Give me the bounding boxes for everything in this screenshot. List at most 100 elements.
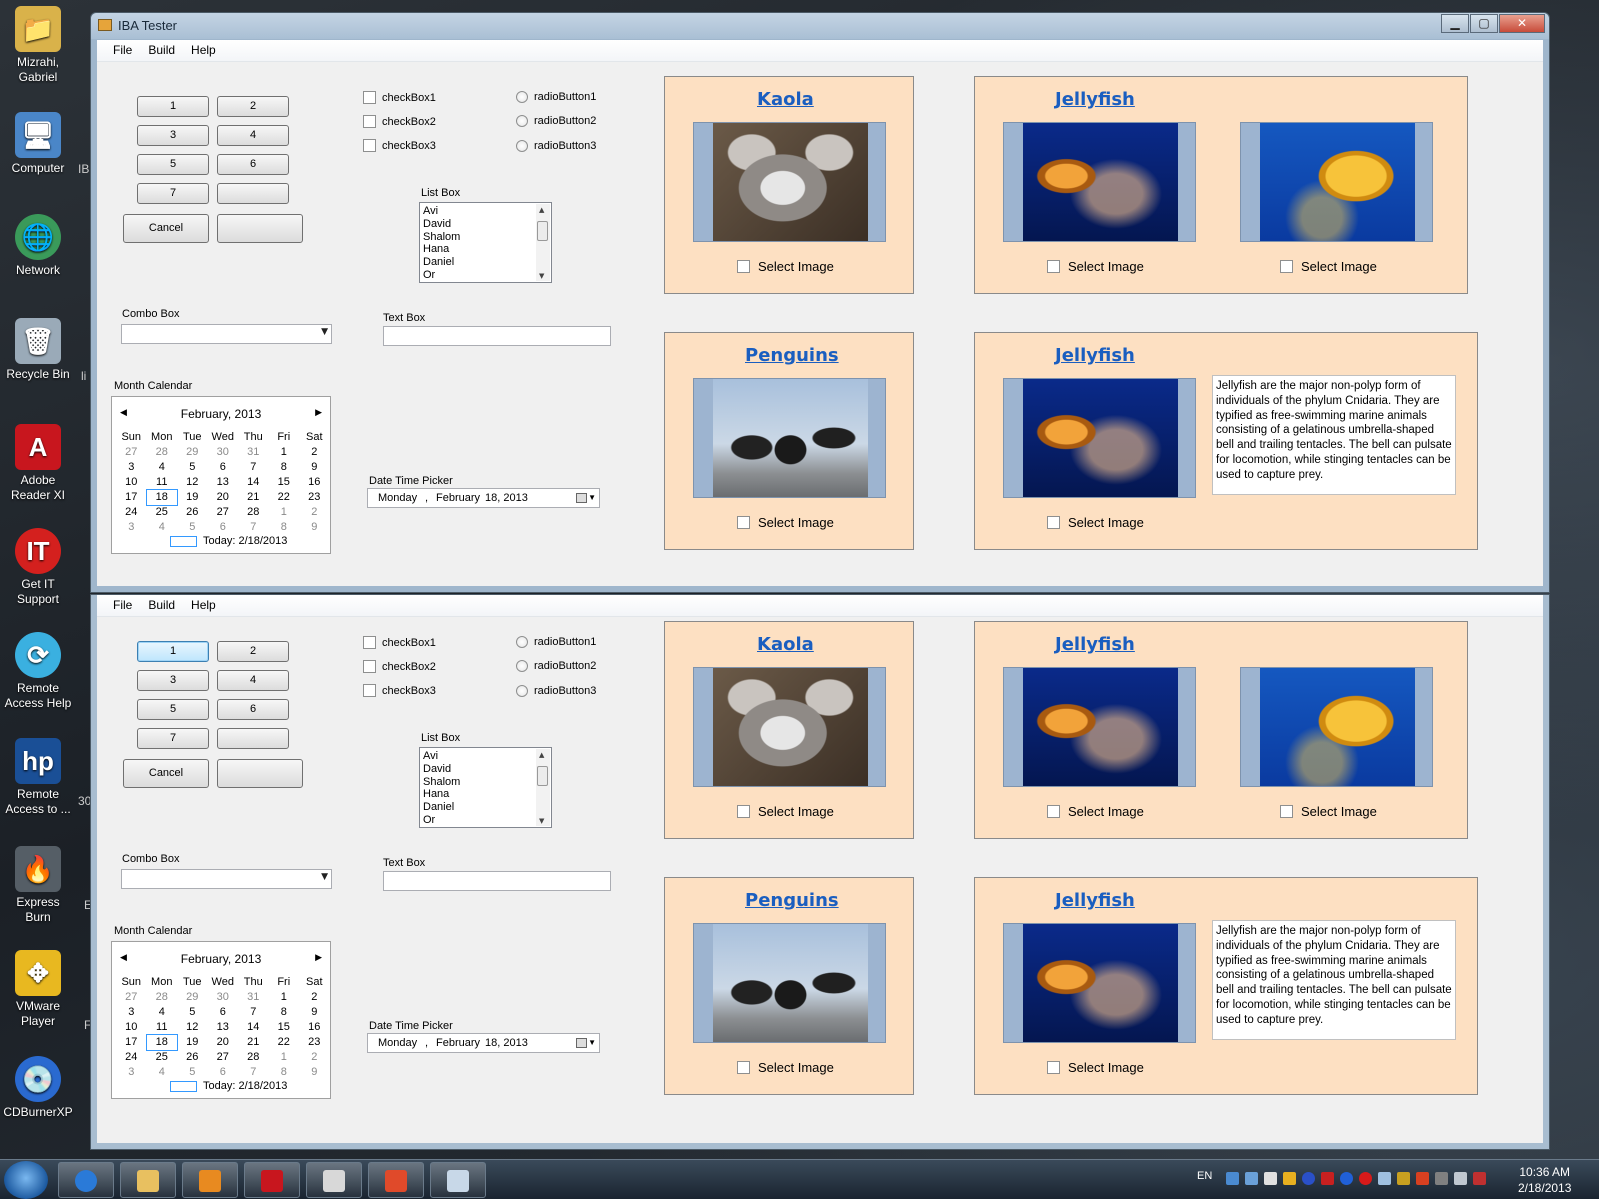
day-cell[interactable]: 5 (177, 520, 208, 535)
combo-box[interactable]: ▼ (121, 324, 332, 344)
jellyfish-title-link[interactable]: Jellyfish (1055, 89, 1135, 110)
checkbox-box[interactable] (1047, 260, 1060, 273)
cancel-button[interactable]: Cancel (123, 759, 209, 788)
day-cell[interactable]: 12 (177, 1020, 208, 1035)
day-cell[interactable]: 7 (238, 520, 269, 535)
checkbox-2[interactable]: checkBox2 (363, 660, 436, 673)
dtp-day[interactable]: Monday (378, 489, 417, 507)
day-cell[interactable]: 1 (269, 1050, 300, 1065)
minimize-button[interactable]: ▁ (1441, 14, 1469, 33)
day-cell[interactable]: 6 (208, 520, 239, 535)
list-item[interactable]: Daniel (423, 801, 460, 814)
today-link[interactable]: Today: 2/18/2013 (170, 1080, 287, 1092)
day-cell[interactable]: 8 (269, 1005, 300, 1020)
radio-1[interactable]: radioButton1 (516, 636, 596, 648)
checkbox-1[interactable]: checkBox1 (363, 636, 436, 649)
month-calendar[interactable]: ◀ February, 2013 ▶ Sun Mon Tue Wed Thu F… (111, 941, 331, 1099)
menu-build[interactable]: Build (140, 40, 183, 61)
select-image-checkbox[interactable]: Select Image (737, 259, 834, 274)
tray-app-icon[interactable] (1245, 1172, 1258, 1185)
day-cell[interactable]: 22 (269, 490, 300, 505)
jellyfish-image[interactable] (1003, 378, 1196, 498)
checkbox-3[interactable]: checkBox3 (363, 139, 436, 152)
day-cell[interactable]: 10 (116, 1020, 147, 1035)
day-cell[interactable]: 20 (208, 1035, 239, 1050)
day-cell[interactable]: 27 (116, 990, 147, 1005)
jellyfish-title-link[interactable]: Jellyfish (1055, 890, 1135, 911)
day-cell[interactable]: 19 (177, 1035, 208, 1050)
text-box[interactable] (383, 871, 611, 891)
select-image-checkbox[interactable]: Select Image (1047, 259, 1144, 274)
system-clock[interactable]: 10:36 AM 2/18/2013 (1518, 1164, 1571, 1196)
day-cell[interactable]: 6 (208, 1005, 239, 1020)
date-time-picker[interactable]: Monday , February 18, 2013 ▼ (367, 1033, 600, 1053)
day-cell[interactable]: 29 (177, 990, 208, 1005)
desktop-icon-cdburnerxp[interactable]: 💿 CDBurnerXP (2, 1056, 74, 1120)
day-cell[interactable]: 17 (116, 1035, 147, 1050)
button-6[interactable]: 6 (217, 154, 289, 175)
button-7[interactable]: 7 (137, 728, 209, 749)
day-cell[interactable]: 3 (116, 1005, 147, 1020)
scroll-up-icon[interactable]: ▲ (539, 206, 544, 214)
scroll-down-icon[interactable]: ▼ (539, 272, 544, 280)
day-cell[interactable]: 7 (238, 1005, 269, 1020)
button-2[interactable]: 2 (217, 96, 289, 117)
list-item[interactable]: Or (423, 814, 460, 827)
checkbox-box[interactable] (363, 91, 376, 104)
day-cell[interactable]: 7 (238, 460, 269, 475)
next-month-icon[interactable]: ▶ (315, 407, 322, 418)
menu-help[interactable]: Help (183, 40, 224, 61)
day-cell[interactable]: 9 (299, 460, 330, 475)
koala-title-link[interactable]: Kaola (757, 89, 814, 110)
checkbox-box[interactable] (363, 115, 376, 128)
button-blank[interactable] (217, 183, 289, 204)
penguins-title-link[interactable]: Penguins (745, 890, 839, 911)
desktop-icon-recycle-bin[interactable]: 🗑 Recycle Bin (2, 318, 74, 382)
jellyfish-yellow-image[interactable] (1240, 667, 1433, 787)
day-cell[interactable]: 7 (238, 1065, 269, 1080)
select-image-checkbox[interactable]: Select Image (1047, 804, 1144, 819)
menu-help[interactable]: Help (183, 595, 224, 616)
button-2[interactable]: 2 (217, 641, 289, 662)
tray-show-hidden-icon[interactable] (1435, 1172, 1448, 1185)
checkbox-box[interactable] (363, 636, 376, 649)
day-cell[interactable]: 16 (299, 1020, 330, 1035)
day-cell[interactable]: 20 (208, 490, 239, 505)
list-item[interactable]: Shalom (423, 231, 460, 244)
desktop-icon-computer[interactable]: 🖥 Computer (2, 112, 74, 176)
select-image-checkbox[interactable]: Select Image (737, 515, 834, 530)
day-cell[interactable]: 13 (208, 475, 239, 490)
day-cell[interactable]: 1 (269, 445, 300, 460)
list-item[interactable]: Or (423, 269, 460, 282)
day-cell[interactable]: 30 (208, 990, 239, 1005)
menu-file[interactable]: File (105, 595, 140, 616)
checkbox-3[interactable]: checkBox3 (363, 684, 436, 697)
button-4[interactable]: 4 (217, 125, 289, 146)
tray-app-icon[interactable] (1397, 1172, 1410, 1185)
day-cell[interactable]: 2 (299, 445, 330, 460)
list-item[interactable]: David (423, 218, 460, 231)
day-cell[interactable]: 4 (147, 1065, 178, 1080)
day-cell[interactable]: 10 (116, 475, 147, 490)
day-cell[interactable]: 8 (269, 460, 300, 475)
checkbox-box[interactable] (1280, 260, 1293, 273)
day-cell[interactable]: 12 (177, 475, 208, 490)
checkbox-box[interactable] (1047, 516, 1060, 529)
day-cell[interactable]: 14 (238, 475, 269, 490)
day-cell[interactable]: 4 (147, 520, 178, 535)
day-cell[interactable]: 3 (116, 520, 147, 535)
day-cell[interactable]: 5 (177, 1005, 208, 1020)
desktop-icon-hp-remote-access[interactable]: hp Remote Access to ... (2, 738, 74, 817)
day-cell[interactable]: 2 (299, 1050, 330, 1065)
close-button[interactable]: ✕ (1499, 14, 1545, 33)
calendar-month[interactable]: February, 2013 (112, 952, 330, 966)
checkbox-box[interactable] (737, 516, 750, 529)
day-cell[interactable]: 28 (238, 505, 269, 520)
jellyfish-yellow-image[interactable] (1240, 122, 1433, 242)
day-cell[interactable]: 11 (147, 475, 178, 490)
maximize-button[interactable]: ▢ (1470, 14, 1498, 33)
month-calendar[interactable]: ◀ February, 2013 ▶ Sun Mon Tue Wed Thu F… (111, 396, 331, 554)
day-cell[interactable]: 27 (208, 505, 239, 520)
taskbar-form-app[interactable] (430, 1162, 486, 1198)
koala-title-link[interactable]: Kaola (757, 634, 814, 655)
